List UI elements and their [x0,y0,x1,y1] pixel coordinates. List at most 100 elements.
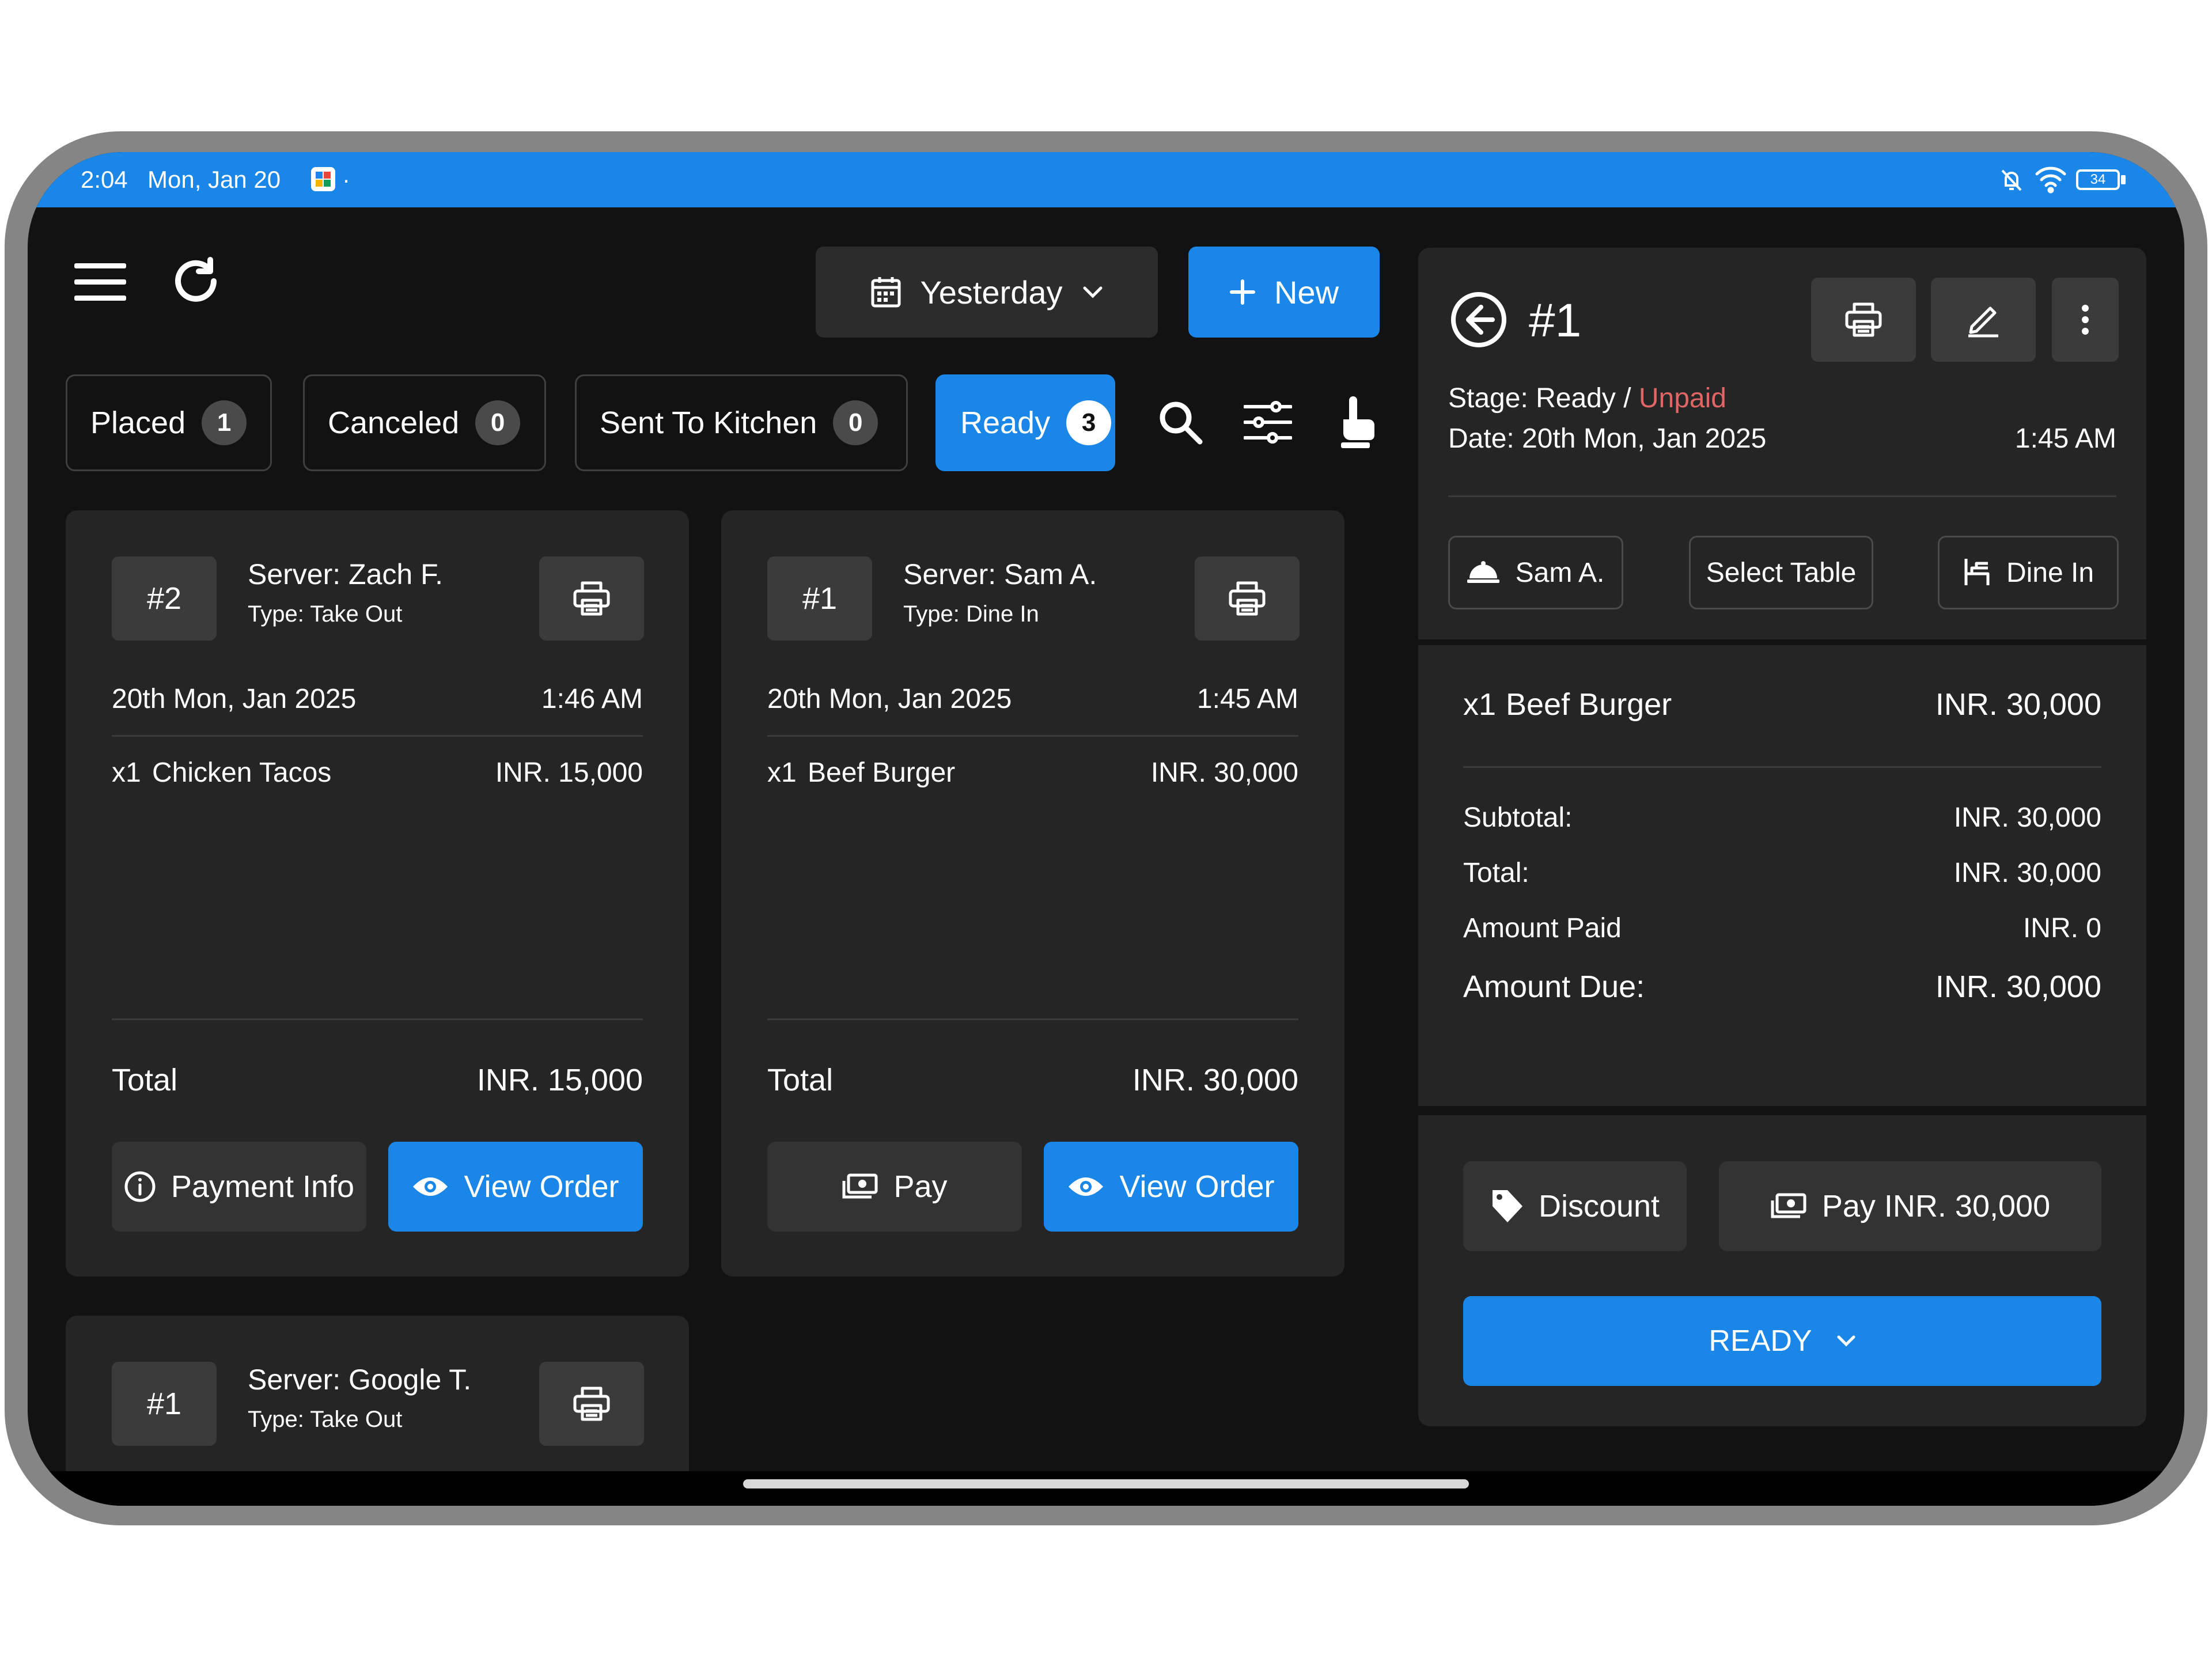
printer-icon [1845,302,1882,337]
hand-pointer-icon [1341,396,1374,448]
divider [767,735,1298,737]
order-time: 1:46 AM [541,684,643,714]
cash-icon [842,1173,878,1199]
plus-icon [1229,279,1255,305]
divider [767,1018,1298,1020]
detail-item-price: INR. 30,000 [1935,687,2101,722]
home-indicator[interactable] [743,1479,1469,1488]
filter-ready[interactable]: Ready 3 [935,374,1115,471]
filter-count-badge: 0 [475,400,521,445]
pay-total-button[interactable]: Pay INR. 30,000 [1719,1161,2101,1251]
arrow-left-circle-icon [1451,292,1506,347]
order-id-badge: #1 [767,556,872,641]
dining-type-button[interactable]: Dine In [1938,536,2119,609]
divider [1448,495,2116,497]
order-type: Type: Take Out [248,601,403,627]
refresh-button[interactable] [167,252,225,310]
pay-total-label: Pay INR. 30,000 [1821,1189,2051,1224]
detail-payment-status: Unpaid [1638,383,1726,414]
print-order-button[interactable] [1195,556,1300,641]
pay-label: Pay [893,1169,948,1204]
detail-item-name: Beef Burger [1506,687,1672,722]
printer-icon [573,1387,610,1421]
eye-icon [413,1177,448,1196]
discount-label: Discount [1538,1189,1660,1224]
total-value: INR. 30,000 [1953,858,2101,888]
divider [1463,766,2101,768]
filter-canceled[interactable]: Canceled 0 [303,374,546,471]
amount-paid-label: Amount Paid [1463,913,1622,944]
app-body: Yesterday New Placed 1 Canceled 0 Sent T… [28,207,2184,1506]
server-button[interactable]: Sam A. [1448,536,1623,609]
payment-info-button[interactable]: Payment Info [112,1142,366,1232]
new-order-label: New [1274,274,1339,310]
cash-icon [1771,1193,1806,1218]
view-order-button[interactable]: View Order [1044,1142,1298,1232]
wifi-icon [2035,165,2067,196]
line-item-price: INR. 30,000 [1150,757,1298,788]
info-icon [124,1171,156,1202]
filter-sent-to-kitchen[interactable]: Sent To Kitchen 0 [575,374,908,471]
detail-stage: Stage: Ready / Unpaid [1448,382,1726,414]
detail-print-button[interactable] [1811,278,1916,362]
detail-time: 1:45 AM [2014,423,2116,454]
pay-button[interactable]: Pay [767,1142,1022,1232]
order-detail-items: x1 Beef Burger INR. 30,000 Subtotal: INR… [1418,645,2146,1106]
order-card[interactable]: #2 Server: Zach F. Type: Take Out 20th M… [66,510,689,1277]
order-server: Server: Google T. [248,1363,472,1396]
chevron-down-icon [1083,286,1102,298]
sliders-icon [1244,401,1292,444]
mute-icon [1998,166,2025,196]
order-type: Type: Dine In [903,601,1039,627]
search-button[interactable] [1149,391,1212,454]
line-item-price: INR. 15,000 [495,757,643,788]
eye-icon [1069,1177,1104,1196]
printer-icon [573,581,610,616]
amount-due-value: INR. 30,000 [1935,969,2101,1004]
detail-edit-button[interactable] [1931,278,2036,362]
total-label: Total: [1463,858,1529,888]
menu-button[interactable] [71,253,129,311]
status-time: 2:04 [81,166,128,193]
status-dropdown-button[interactable]: READY [1463,1296,2101,1386]
filter-settings-button[interactable] [1236,391,1300,454]
order-total-value: INR. 15,000 [476,1063,643,1097]
order-server: Server: Zach F. [248,558,443,590]
back-button[interactable] [1447,288,1510,351]
print-order-button[interactable] [539,556,644,641]
select-table-button[interactable]: Select Table [1689,536,1873,609]
order-time: 1:45 AM [1196,684,1298,714]
order-date: 20th Mon, Jan 2025 [767,684,1012,714]
order-detail-actions: Discount Pay INR. 30,000 READY [1418,1115,2146,1426]
gesture-button[interactable] [1324,388,1387,456]
filter-label: Sent To Kitchen [600,406,817,440]
order-total-label: Total [112,1063,178,1097]
order-card[interactable]: #1 Server: Sam A. Type: Dine In 20th Mon… [721,510,1344,1277]
order-total-label: Total [767,1063,834,1097]
chevron-down-icon [1837,1335,1855,1347]
line-item-name: Beef Burger [808,757,956,788]
detail-more-button[interactable] [2052,278,2119,362]
search-icon [1160,402,1203,445]
order-card[interactable]: #1 Server: Google T. Type: Take Out [66,1316,689,1483]
status-bar: 2:04 Mon, Jan 20 · 34 [28,152,2184,207]
filter-label: Placed [90,406,186,440]
detail-stage-label: Stage: Ready / [1448,383,1639,414]
detail-item-qty: x1 [1463,687,1497,722]
battery-tip [2121,175,2126,184]
detail-date: Date: 20th Mon, Jan 2025 [1448,423,1767,454]
view-order-button[interactable]: View Order [388,1142,643,1232]
date-filter-dropdown[interactable]: Yesterday [816,247,1158,338]
battery-level: 34 [2090,172,2106,187]
date-filter-label: Yesterday [920,274,1063,310]
pencil-icon [1968,306,1998,338]
print-order-button[interactable] [539,1362,644,1446]
divider [112,735,643,737]
discount-button[interactable]: Discount [1463,1161,1687,1251]
line-item-name: Chicken Tacos [152,757,332,788]
filter-placed[interactable]: Placed 1 [66,374,272,471]
more-vertical-icon [2082,305,2089,335]
refresh-icon [175,257,217,302]
new-order-button[interactable]: New [1188,247,1380,338]
status-dot: · [342,166,350,193]
